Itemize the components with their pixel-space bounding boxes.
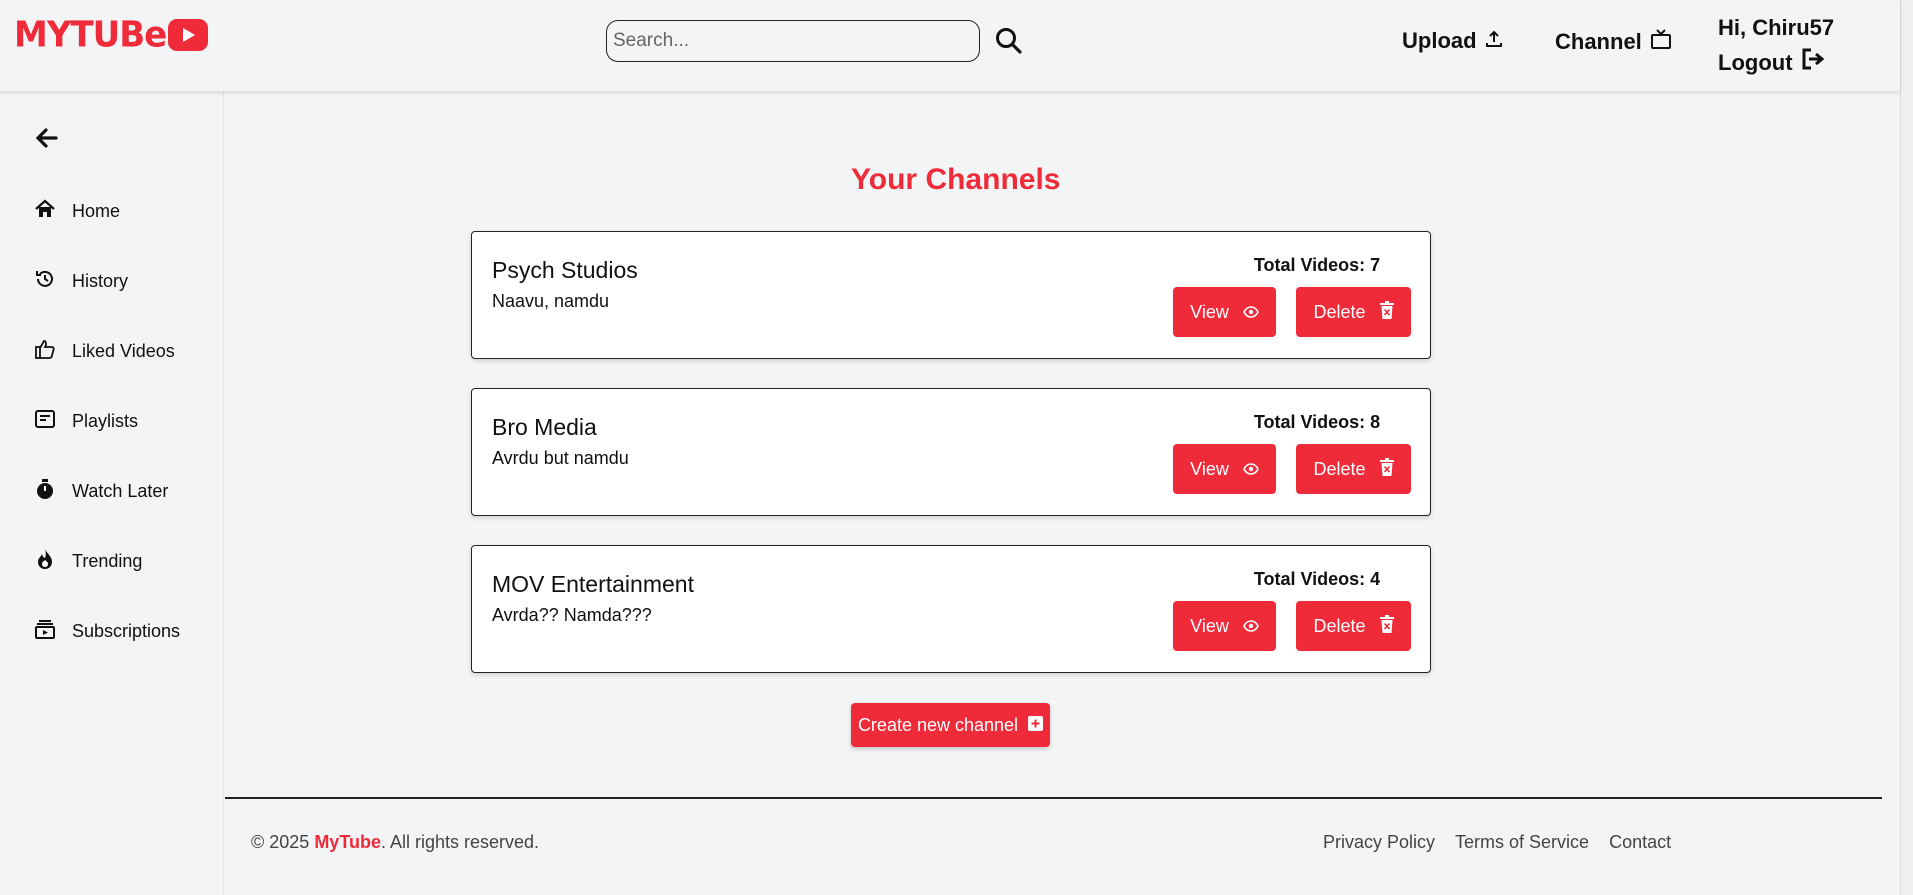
sidebar-item-label: Watch Later	[72, 481, 169, 501]
sidebar-item-subscriptions[interactable]: Subscriptions	[34, 618, 180, 645]
terms-of-service-link[interactable]: Terms of Service	[1455, 832, 1589, 853]
eye-icon	[1242, 616, 1259, 637]
total-videos: Total Videos: 4	[1253, 569, 1381, 589]
channel-name: MOV Entertainment	[492, 571, 694, 597]
delete-label: Delete	[1313, 458, 1366, 479]
flame-icon	[34, 548, 56, 575]
trash-icon	[1379, 614, 1394, 638]
sidebar: Home History Liked Videos Playlists Watc…	[0, 91, 224, 895]
view-label: View	[1190, 458, 1229, 479]
play-icon	[168, 19, 209, 51]
logout-button[interactable]: Logout	[1718, 45, 1834, 80]
sidebar-item-playlists[interactable]: Playlists	[34, 408, 138, 435]
logout-icon	[1801, 45, 1825, 80]
footer-links: Privacy Policy Terms of Service Contact	[1323, 832, 1671, 853]
user-greeting: Hi, Chiru57	[1718, 15, 1835, 40]
create-channel-button[interactable]: Create new channel	[851, 703, 1050, 747]
upload-link[interactable]: Upload	[1402, 28, 1503, 54]
footer-divider	[225, 797, 1882, 799]
channel-link[interactable]: Channel	[1555, 28, 1672, 56]
delete-label: Delete	[1313, 615, 1366, 636]
search-icon[interactable]	[994, 26, 1024, 56]
search-input[interactable]	[606, 20, 980, 62]
tv-icon	[1650, 28, 1672, 56]
user-block: Hi, Chiru57 Logout	[1718, 10, 1834, 80]
sidebar-item-label: Liked Videos	[72, 341, 175, 361]
channel-card: Psych Studios Naavu, namdu Total Videos:…	[471, 231, 1431, 359]
delete-button[interactable]: Delete	[1296, 601, 1411, 651]
back-arrow-icon[interactable]	[34, 125, 60, 151]
copyright-prefix: © 2025	[251, 832, 315, 852]
subscriptions-icon	[34, 618, 56, 645]
sidebar-item-history[interactable]: History	[34, 268, 128, 295]
total-videos: Total Videos: 7	[1253, 255, 1381, 275]
footer-copyright: © 2025 MyTube. All rights reserved.	[251, 832, 539, 853]
thumbs-up-icon	[34, 338, 56, 365]
create-label: Create new channel	[857, 714, 1019, 735]
sidebar-item-label: Trending	[72, 551, 143, 571]
sidebar-item-label: History	[72, 271, 129, 291]
scrollbar[interactable]	[1900, 0, 1913, 895]
eye-icon	[1242, 459, 1259, 480]
channel-description: Avrda?? Namda???	[492, 605, 652, 625]
view-label: View	[1190, 615, 1229, 636]
page-title: Your Channels	[851, 163, 1061, 196]
history-icon	[34, 268, 56, 295]
sidebar-item-label: Home	[72, 201, 121, 221]
top-header: MYTUBe Upload Channel Hi, Chiru57 Logout	[0, 0, 1900, 91]
view-button[interactable]: View	[1173, 444, 1276, 494]
channel-name: Psych Studios	[492, 257, 638, 283]
sidebar-item-label: Subscriptions	[72, 621, 181, 641]
copyright-suffix: . All rights reserved.	[380, 832, 540, 852]
footer-brand: MyTube	[314, 832, 381, 852]
mytube-logo[interactable]: MYTUBe	[14, 14, 209, 57]
channel-description: Avrdu but namdu	[492, 448, 629, 468]
trash-icon	[1379, 300, 1394, 324]
view-button[interactable]: View	[1173, 287, 1276, 337]
sidebar-item-label: Playlists	[72, 411, 139, 431]
sidebar-item-trending[interactable]: Trending	[34, 548, 142, 575]
sidebar-item-home[interactable]: Home	[34, 198, 120, 225]
contact-link[interactable]: Contact	[1609, 832, 1671, 853]
view-label: View	[1190, 301, 1229, 322]
upload-label: Upload	[1402, 28, 1477, 53]
channel-description: Naavu, namdu	[492, 291, 610, 311]
home-icon	[34, 198, 56, 225]
sidebar-item-liked-videos[interactable]: Liked Videos	[34, 338, 175, 365]
eye-icon	[1242, 302, 1259, 323]
channel-label: Channel	[1555, 29, 1642, 54]
playlist-icon	[34, 408, 56, 435]
trash-icon	[1379, 457, 1394, 481]
channel-card: MOV Entertainment Avrda?? Namda??? Total…	[471, 545, 1431, 673]
upload-icon	[1485, 28, 1503, 54]
delete-label: Delete	[1313, 301, 1366, 322]
privacy-policy-link[interactable]: Privacy Policy	[1323, 832, 1435, 853]
delete-button[interactable]: Delete	[1296, 287, 1411, 337]
view-button[interactable]: View	[1173, 601, 1276, 651]
sidebar-item-watch-later[interactable]: Watch Later	[34, 478, 168, 505]
delete-button[interactable]: Delete	[1296, 444, 1411, 494]
plus-square-icon	[1028, 715, 1044, 736]
logo-text: MYTUBe	[14, 14, 167, 57]
channel-name: Bro Media	[492, 414, 597, 440]
logout-label: Logout	[1718, 50, 1793, 75]
total-videos: Total Videos: 8	[1253, 412, 1381, 432]
channel-card: Bro Media Avrdu but namdu Total Videos: …	[471, 388, 1431, 516]
stopwatch-icon	[34, 478, 56, 505]
